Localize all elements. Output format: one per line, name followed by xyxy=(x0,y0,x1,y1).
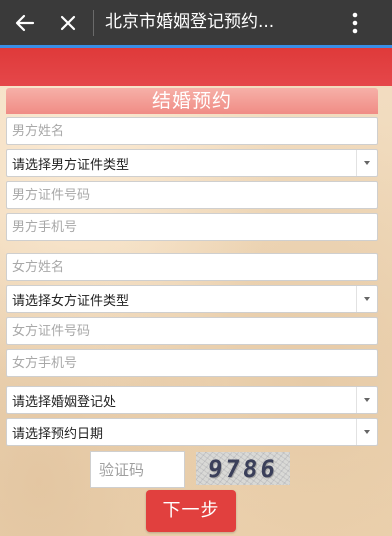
chevron-down-icon xyxy=(356,150,377,176)
chevron-down-icon xyxy=(356,387,377,413)
bride-phone-input[interactable] xyxy=(6,349,378,377)
back-arrow-icon xyxy=(15,14,35,31)
close-button[interactable] xyxy=(50,0,86,45)
captcha-input[interactable] xyxy=(90,451,185,488)
close-icon xyxy=(60,15,76,30)
select-value: 请选择女方证件类型 xyxy=(12,293,130,309)
form-header: 结婚预约 xyxy=(6,88,378,114)
groom-id-type-select[interactable]: 请选择男方证件类型 xyxy=(6,149,378,177)
bride-name-input[interactable] xyxy=(6,253,378,281)
divider xyxy=(93,10,94,36)
select-value: 请选择婚姻登记处 xyxy=(12,394,117,410)
groom-name-input[interactable] xyxy=(6,117,378,145)
page-title: 北京市婚姻登记预约... xyxy=(105,12,275,32)
appointment-date-select[interactable]: 请选择预约日期 xyxy=(6,418,378,446)
back-button[interactable] xyxy=(6,0,44,45)
header-band xyxy=(0,48,392,86)
registry-office-select[interactable]: 请选择婚姻登记处 xyxy=(6,386,378,414)
chevron-down-icon xyxy=(356,419,377,445)
groom-id-number-input[interactable] xyxy=(6,181,378,209)
next-step-button[interactable]: 下一步 xyxy=(146,490,236,532)
more-menu-button[interactable] xyxy=(338,0,372,45)
bride-id-number-input[interactable] xyxy=(6,317,378,345)
more-vertical-icon xyxy=(352,12,358,33)
bride-id-type-select[interactable]: 请选择女方证件类型 xyxy=(6,285,378,313)
app-bar: 北京市婚姻登记预约... xyxy=(0,0,392,45)
captcha-code: 9786 xyxy=(206,454,280,483)
groom-phone-input[interactable] xyxy=(6,213,378,241)
select-value: 请选择男方证件类型 xyxy=(12,157,130,173)
select-value: 请选择预约日期 xyxy=(12,426,104,442)
chevron-down-icon xyxy=(356,286,377,312)
captcha-image[interactable]: 9786 xyxy=(196,452,290,485)
